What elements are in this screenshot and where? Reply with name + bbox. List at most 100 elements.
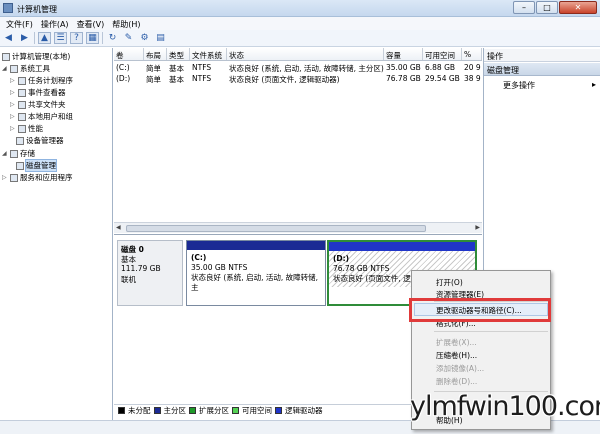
column-header-filesystem[interactable]: 文件系统 [190, 48, 227, 60]
expand-triangle-icon[interactable]: ◢ [2, 150, 8, 157]
column-header-volume[interactable]: 卷 [114, 48, 144, 60]
tree-item-event-viewer[interactable]: ▷ 事件查看器 [10, 87, 66, 98]
volume-filesystem: NTFS [192, 63, 212, 72]
disk-name: 磁盘 0 [121, 245, 144, 254]
volume-free-space: 6.88 GB [425, 63, 456, 72]
title-bar: 计算机管理 – □ ✕ [0, 0, 600, 17]
tree-item-task-scheduler[interactable]: ▷ 任务计划程序 [10, 75, 73, 86]
device-icon [16, 136, 24, 145]
volume-name: (C:) [116, 63, 130, 72]
partition-status: 状态良好 (系统, 启动, 活动, 故障转储, 主 [191, 273, 318, 292]
collapse-triangle-icon[interactable]: ▷ [2, 174, 8, 181]
tree-item-performance[interactable]: ▷ 性能 [10, 123, 43, 134]
volume-percent: 38 9 [464, 74, 481, 83]
up-icon[interactable]: ▲ [38, 32, 51, 44]
tree-item-shared-folders[interactable]: ▷ 共享文件夹 [10, 99, 66, 110]
minimize-button[interactable]: – [513, 1, 535, 14]
properties-icon[interactable]: ▦ [86, 32, 99, 44]
toolbar: ◀ ▶ ▲ ☰ ? ▦ ↻ ✎ ⚙ ▤ [0, 30, 600, 47]
volume-type: 基本 [169, 64, 184, 73]
partition-name: (D:) [333, 254, 350, 263]
tree-item-disk-management[interactable]: 磁盘管理 [16, 159, 57, 172]
tree-item-device-manager[interactable]: 设备管理器 [16, 135, 64, 146]
legend-swatch-logical [275, 407, 282, 414]
legend-swatch-primary [153, 407, 161, 414]
collapse-triangle-icon[interactable]: ▷ [10, 101, 16, 108]
column-header-status[interactable]: 状态 [227, 48, 384, 60]
legend-swatch-extended [189, 407, 196, 414]
menu-item-open[interactable]: 打开(O) [436, 277, 463, 288]
disk-icon[interactable]: ▤ [154, 32, 167, 44]
collapse-triangle-icon[interactable]: ▷ [10, 89, 16, 96]
forward-icon[interactable]: ▶ [18, 32, 31, 44]
partition-c[interactable]: (C:) 35.00 GB NTFS 状态良好 (系统, 启动, 活动, 故障转… [186, 240, 326, 306]
legend-label: 未分配 [128, 406, 151, 415]
scroll-right-icon[interactable]: ▶ [475, 224, 480, 231]
volume-list-header: 卷 布局 类型 文件系统 状态 容量 可用空间 % [114, 48, 482, 61]
volume-status: 状态良好 (页面文件, 逻辑驱动器) [229, 75, 340, 84]
disk-state: 联机 [121, 275, 136, 284]
maximize-button[interactable]: □ [536, 1, 558, 14]
tree-item-computer-management[interactable]: 计算机管理(本地) [2, 51, 70, 62]
menu-action[interactable]: 操作(A) [37, 17, 73, 30]
app-icon [3, 3, 13, 13]
volume-capacity: 35.00 GB [386, 63, 421, 72]
menu-item-shrink-volume[interactable]: 压缩卷(H)... [436, 350, 477, 361]
refresh-icon[interactable]: ↻ [106, 32, 119, 44]
menu-help[interactable]: 帮助(H) [108, 17, 144, 30]
more-actions-link[interactable]: 更多操作 ▸ [500, 78, 600, 91]
menu-bar: 文件(F) 操作(A) 查看(V) 帮助(H) [0, 17, 600, 30]
actions-header: 操作 [484, 49, 600, 62]
performance-icon [18, 124, 26, 133]
volume-row[interactable]: (C:) 简单 基本 NTFS 状态良好 (系统, 启动, 活动, 故障转储, … [114, 62, 482, 73]
volume-row[interactable]: (D:) 简单 基本 NTFS 状态良好 (页面文件, 逻辑驱动器) 76.78… [114, 73, 482, 84]
collapse-triangle-icon[interactable]: ▷ [10, 77, 16, 84]
column-header-free-space[interactable]: 可用空间 [423, 48, 462, 60]
tree-item-services-applications[interactable]: ▷ 服务和应用程序 [2, 172, 73, 183]
watermark: ylmfwin100.com [410, 391, 600, 422]
menu-file[interactable]: 文件(F) [2, 17, 37, 30]
settings-icon[interactable]: ⚙ [138, 32, 151, 44]
volume-name: (D:) [116, 74, 131, 83]
column-header-layout[interactable]: 布局 [144, 48, 167, 60]
scrollbar-thumb[interactable] [126, 225, 426, 232]
primary-partition-bar [187, 241, 325, 250]
tree-item-local-users[interactable]: ▷ 本地用户和组 [10, 111, 73, 122]
menu-item-extend-volume: 扩展卷(X)... [436, 338, 477, 347]
folder-icon [18, 100, 26, 109]
volume-layout: 简单 [146, 75, 161, 84]
actions-section-disk-management[interactable]: 磁盘管理 [484, 63, 600, 76]
collapse-triangle-icon[interactable]: ▷ [10, 125, 16, 132]
computer-icon [2, 52, 10, 61]
column-header-capacity[interactable]: 容量 [384, 48, 423, 60]
help-icon[interactable]: ? [70, 32, 83, 44]
legend-swatch-free [232, 407, 239, 414]
disk-size: 111.79 GB [121, 264, 161, 273]
expand-triangle-icon[interactable]: ◢ [2, 65, 8, 72]
legend-swatch-unallocated [118, 407, 125, 414]
submenu-arrow-icon: ▸ [591, 80, 596, 89]
partition-size: 35.00 GB NTFS [191, 263, 248, 272]
partition-name: (C:) [191, 253, 207, 262]
scroll-left-icon[interactable]: ◀ [116, 224, 121, 231]
more-actions-label: 更多操作 [503, 81, 535, 90]
tree-item-storage[interactable]: ◢ 存储 [2, 148, 35, 159]
menu-item-add-mirror: 添加镜像(A)... [436, 364, 485, 373]
legend-label: 可用空间 [242, 406, 272, 415]
close-button[interactable]: ✕ [559, 1, 597, 14]
list-icon[interactable]: ☰ [54, 32, 67, 44]
collapse-triangle-icon[interactable]: ▷ [10, 113, 16, 120]
highlight-box [409, 298, 551, 322]
storage-icon [10, 149, 18, 158]
column-header-type[interactable]: 类型 [167, 48, 190, 60]
tree-item-system-tools[interactable]: ◢ 系统工具 [2, 63, 50, 74]
volume-status: 状态良好 (系统, 启动, 活动, 故障转储, 主分区) [229, 64, 384, 73]
back-icon[interactable]: ◀ [2, 32, 15, 44]
column-header-percent[interactable]: % [462, 48, 482, 60]
horizontal-scrollbar[interactable]: ◀ ▶ [114, 222, 482, 233]
tools-icon [10, 64, 18, 73]
menu-view[interactable]: 查看(V) [73, 17, 109, 30]
legend-label: 主分区 [163, 406, 187, 415]
export-icon[interactable]: ✎ [122, 32, 135, 44]
disk-info-box[interactable]: 磁盘 0 基本 111.79 GB 联机 [117, 240, 183, 306]
